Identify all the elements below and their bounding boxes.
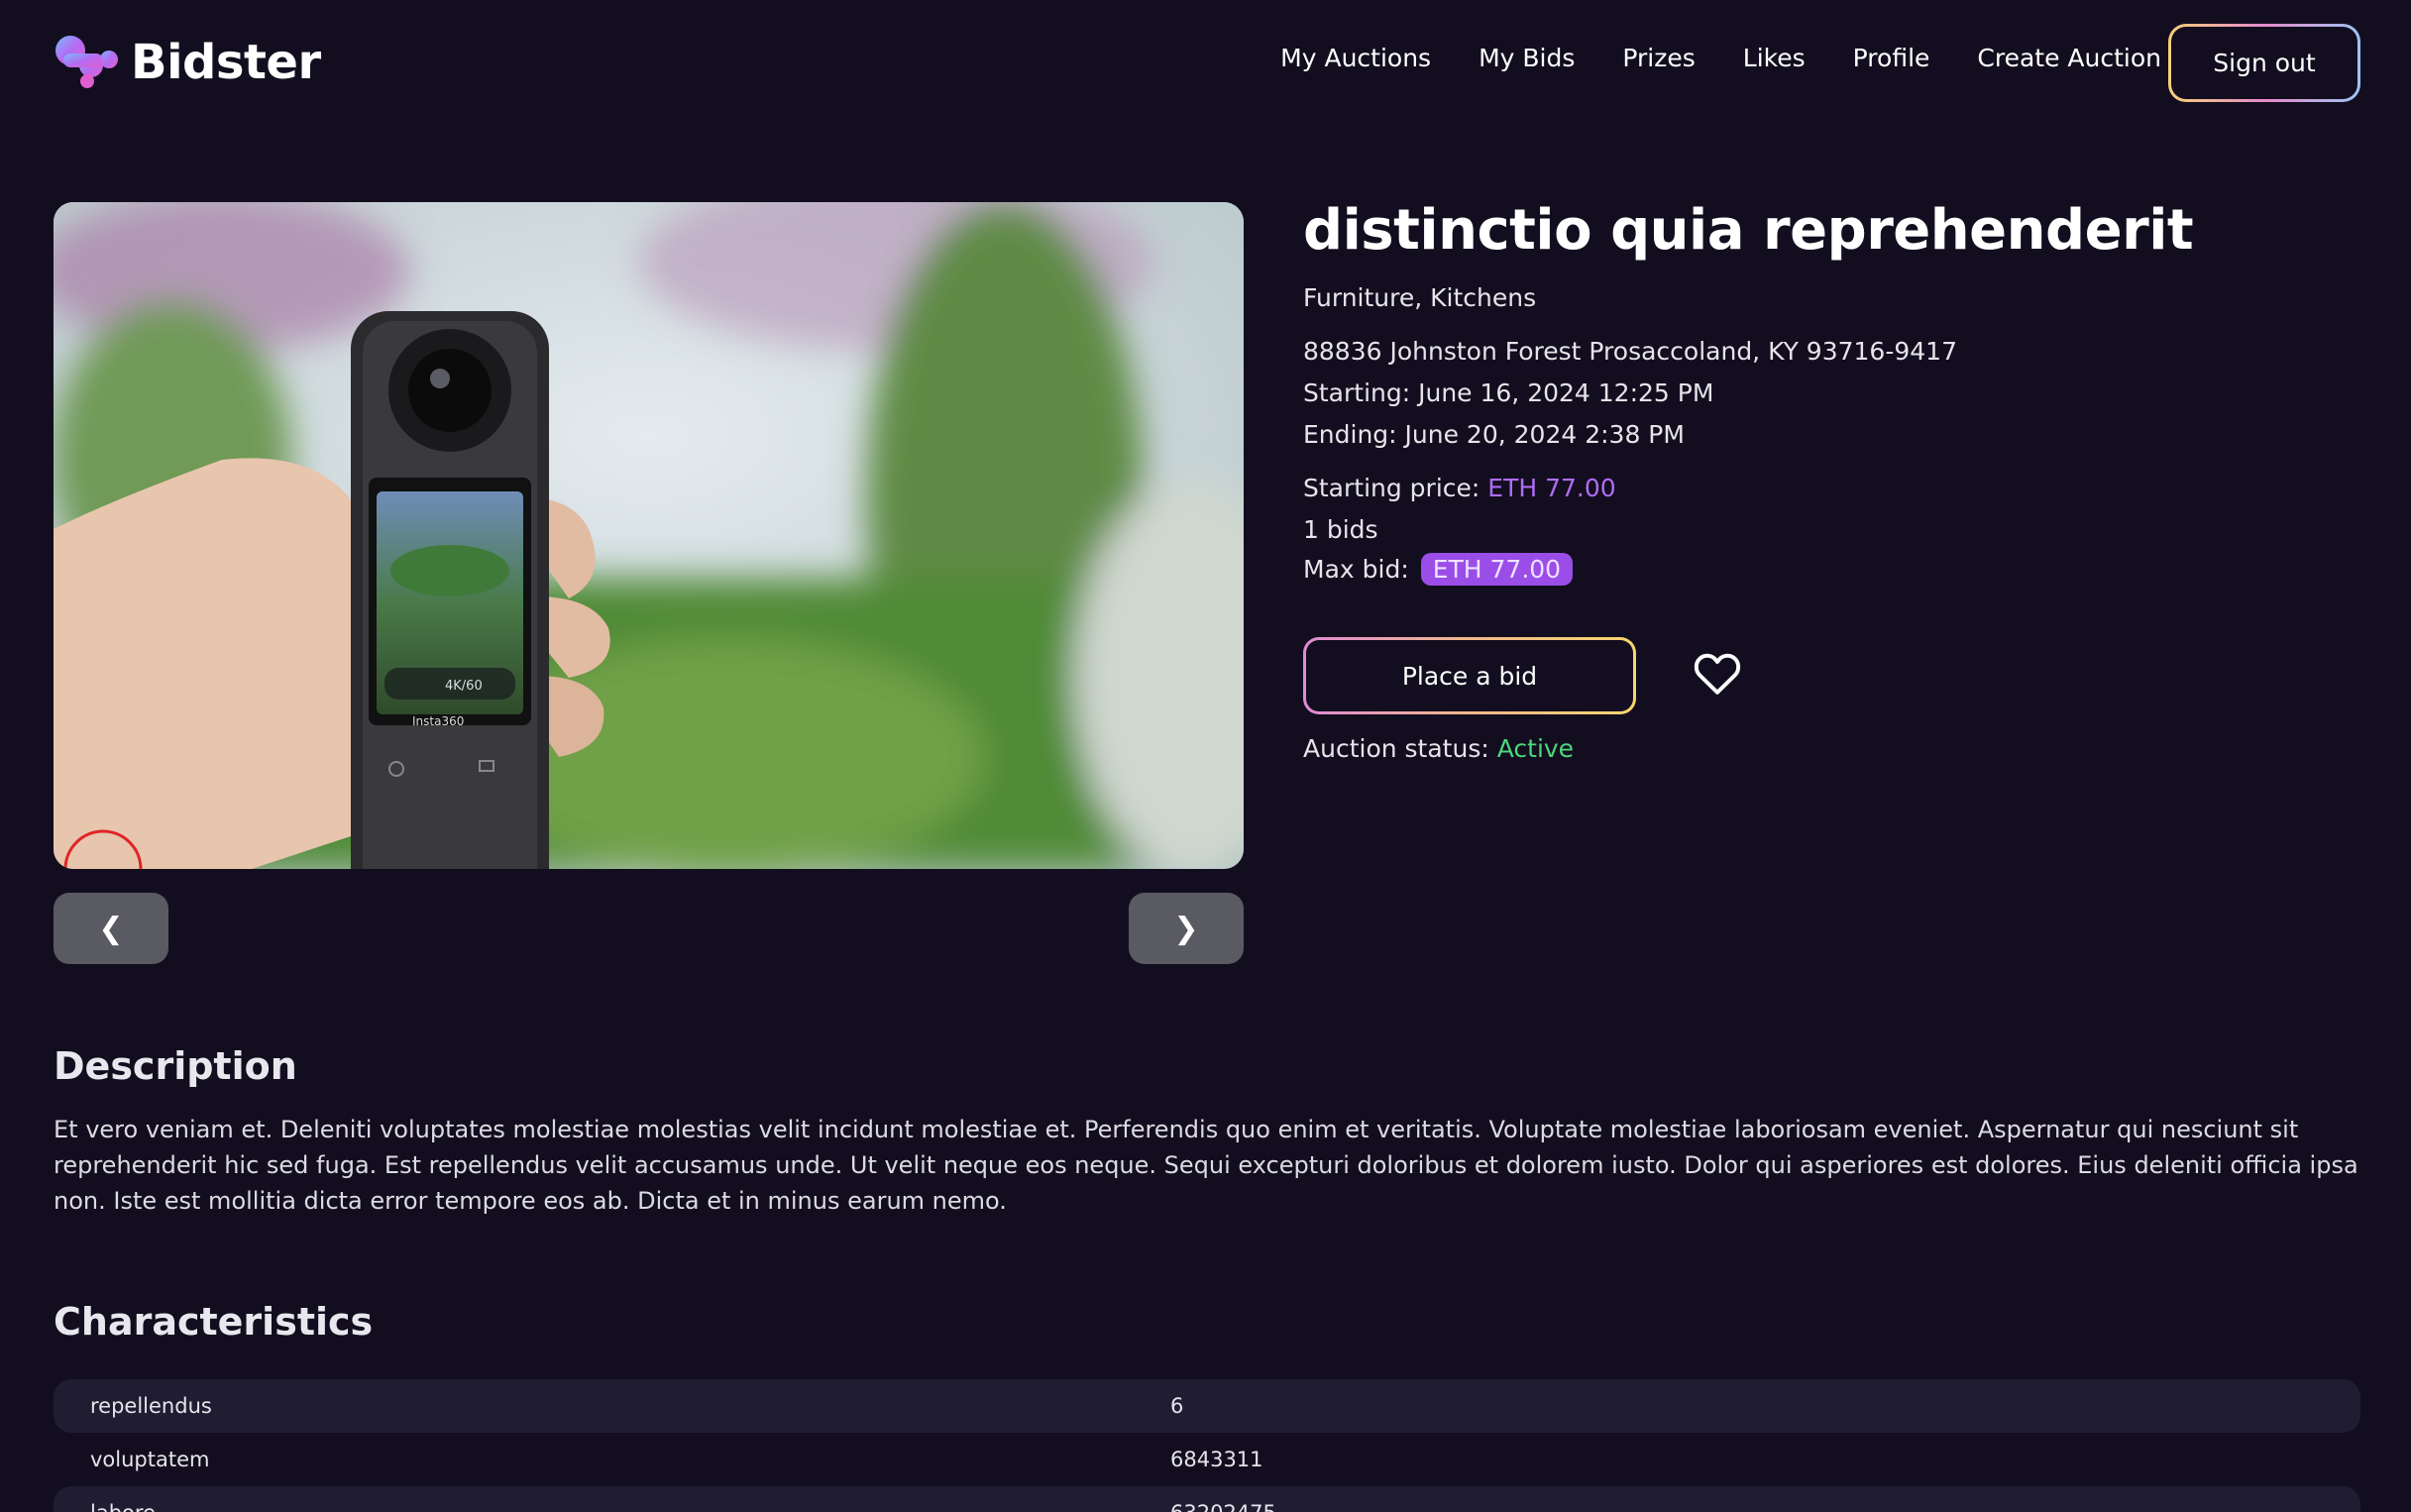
description-text: Et vero veniam et. Deleniti voluptates m… xyxy=(54,1116,2358,1215)
top-navbar: Bidster My Auctions My Bids Prizes Likes… xyxy=(0,0,2411,129)
camera-mode-text: 4K/60 xyxy=(445,679,483,694)
table-row: voluptatem 6843311 xyxy=(54,1433,2360,1486)
auction-image: 4K/60 Insta360 xyxy=(54,202,1244,869)
nav-likes[interactable]: Likes xyxy=(1743,44,1806,72)
auction-title: distinctio quia reprehenderit xyxy=(1303,198,2194,263)
characteristic-key: labore xyxy=(54,1501,1170,1512)
nav-prizes[interactable]: Prizes xyxy=(1622,44,1695,72)
starting-price-label: Starting price: xyxy=(1303,474,1480,502)
next-image-button[interactable]: ❯ xyxy=(1129,893,1244,964)
characteristic-key: repellendus xyxy=(90,1394,212,1418)
place-bid-label: Place a bid xyxy=(1306,640,1633,711)
max-bid-badge: ETH 77.00 xyxy=(1420,553,1574,586)
nav-my-auctions[interactable]: My Auctions xyxy=(1280,44,1431,72)
bids-count: 1 bids xyxy=(1303,515,1378,544)
nav-profile[interactable]: Profile xyxy=(1853,44,1930,72)
place-bid-button[interactable]: Place a bid xyxy=(1303,637,1636,714)
logo[interactable]: Bidster xyxy=(54,34,321,91)
logo-text: Bidster xyxy=(131,35,321,90)
characteristic-value: 6843311 xyxy=(1170,1448,1263,1471)
auction-status-label: Auction status: xyxy=(1303,734,1489,763)
starting-price-value: ETH 77.00 xyxy=(1487,474,1616,502)
characteristic-value: 63202475 xyxy=(1170,1501,2360,1512)
characteristics-heading: Characteristics xyxy=(54,1300,374,1344)
auction-status: Auction status: Active xyxy=(1303,734,1574,763)
camera-brand-text: Insta360 xyxy=(412,714,464,728)
auction-ending-date: Ending: June 20, 2024 2:38 PM xyxy=(1303,420,1685,449)
auction-categories: Furniture, Kitchens xyxy=(1303,283,1537,312)
max-bid-label: Max bid: xyxy=(1303,555,1409,584)
heart-icon[interactable] xyxy=(1693,650,1742,696)
sign-out-label: Sign out xyxy=(2171,27,2357,99)
auction-status-value: Active xyxy=(1496,734,1575,763)
max-bid: Max bid: ETH 77.00 xyxy=(1303,553,1574,586)
main-nav: My Auctions My Bids Prizes Likes Profile… xyxy=(1280,44,2161,72)
table-row: labore 63202475 xyxy=(54,1486,2360,1512)
prev-image-button[interactable]: ❮ xyxy=(54,893,168,964)
characteristic-value: 6 xyxy=(1170,1394,1184,1418)
description-heading: Description xyxy=(54,1044,297,1088)
characteristic-key: voluptatem xyxy=(90,1448,210,1471)
auction-starting-date: Starting: June 16, 2024 12:25 PM xyxy=(1303,378,1714,407)
nav-my-bids[interactable]: My Bids xyxy=(1479,44,1575,72)
nav-create-auction[interactable]: Create Auction xyxy=(1977,44,2161,72)
auction-detail-page: Bidster My Auctions My Bids Prizes Likes… xyxy=(0,0,2411,1512)
starting-price: Starting price: ETH 77.00 xyxy=(1303,474,1616,502)
sign-out-button[interactable]: Sign out xyxy=(2168,24,2360,102)
bidster-logo-icon xyxy=(55,36,118,88)
auction-address: 88836 Johnston Forest Prosaccoland, KY 9… xyxy=(1303,337,1957,366)
table-row: repellendus 6 xyxy=(54,1379,2360,1433)
characteristics-table: repellendus 6 voluptatem 6843311 labore … xyxy=(54,1379,2360,1512)
